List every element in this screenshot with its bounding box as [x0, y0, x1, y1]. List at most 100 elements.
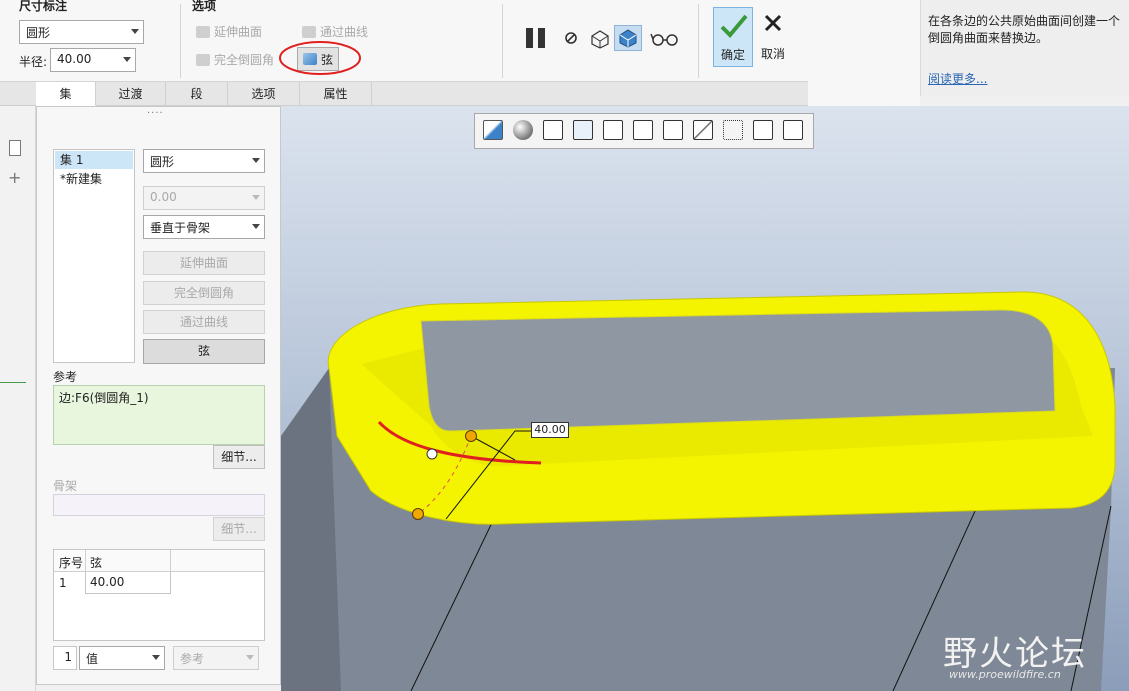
read-more-link[interactable]: 阅读更多... — [928, 70, 987, 87]
section-icon[interactable] — [633, 120, 653, 140]
panel-shape-select-value: 圆形 — [150, 155, 175, 169]
shaded-preview-toggle[interactable] — [614, 25, 642, 51]
panel-through-curve-button[interactable]: 通过曲线 — [143, 310, 265, 334]
bottom-value-select[interactable]: 值 — [79, 646, 165, 670]
through-curve-label: 通过曲线 — [320, 25, 369, 39]
panel-chord-button[interactable]: 弦 — [143, 339, 265, 364]
tab-set[interactable]: 集 — [36, 82, 96, 106]
tab-transition[interactable]: 过渡 — [96, 82, 166, 106]
graphics-viewport[interactable]: 40.00 野火论坛 www.proewildfire.cn — [281, 106, 1129, 691]
tab-properties[interactable]: 属性 — [300, 82, 372, 106]
options-group-title: 选项 — [192, 0, 217, 13]
chevron-down-icon — [252, 224, 260, 229]
help-text: 在各条边的公共原始曲面间创建一个倒圆角曲面来替换边。 — [928, 14, 1121, 45]
chord-handle[interactable] — [465, 430, 477, 442]
table-cell-index: 1 — [59, 576, 67, 590]
full-round-icon — [196, 53, 210, 66]
saved-views-icon[interactable] — [573, 120, 593, 140]
watermark-url: www.proewildfire.cn — [949, 668, 1061, 681]
bottom-value-select-text: 值 — [86, 652, 99, 666]
tab-options[interactable]: 选项 — [228, 82, 300, 106]
through-curve-option[interactable]: 通过曲线 — [302, 23, 368, 40]
ok-button[interactable]: 确定 — [713, 7, 753, 67]
panel-grip[interactable]: .... — [147, 105, 164, 116]
panel-spine-select-value: 垂直于骨架 — [150, 221, 211, 235]
panel-value-text: 0.00 — [150, 190, 177, 204]
point-display-icon[interactable] — [723, 120, 743, 140]
left-strip: + — [0, 106, 36, 691]
panel-full-round-button[interactable]: 完全倒圆角 — [143, 281, 265, 305]
refit-icon[interactable] — [483, 120, 503, 140]
group-divider — [180, 4, 181, 78]
spine-label: 骨架 — [53, 479, 78, 493]
plane-display-icon[interactable] — [693, 120, 713, 140]
view-cube-icon[interactable] — [543, 120, 563, 140]
model-tree-icon[interactable] — [9, 140, 21, 156]
view-manager-icon[interactable] — [603, 120, 623, 140]
spin-center-icon[interactable] — [783, 120, 803, 140]
radius-label: 半径: — [19, 55, 48, 69]
ok-label: 确定 — [720, 48, 745, 62]
full-round-label: 完全倒圆角 — [214, 53, 275, 67]
dimension-label[interactable]: 40.00 — [531, 422, 569, 438]
table-header: 序号 弦 — [54, 550, 264, 572]
shape-select-value: 圆形 — [26, 26, 51, 40]
sets-list[interactable]: 集 1 *新建集 — [53, 149, 135, 363]
panel-value-input[interactable]: 0.00 — [143, 186, 265, 210]
spine-details-button[interactable]: 细节... — [213, 517, 265, 541]
references-label: 参考 — [53, 370, 78, 384]
chord-table: 序号 弦 1 40.00 — [53, 549, 265, 641]
annotation-display-icon[interactable] — [753, 120, 773, 140]
ribbon-actions-area — [808, 0, 920, 106]
cancel-button[interactable]: 取消 — [756, 7, 790, 67]
cancel-label: 取消 — [760, 47, 785, 61]
bottom-index: 1 — [53, 646, 77, 670]
spine-collector[interactable] — [53, 494, 265, 516]
model-canvas — [281, 291, 1116, 691]
list-item-new-set[interactable]: *新建集 — [55, 170, 133, 188]
panel-spine-select[interactable]: 垂直于骨架 — [143, 215, 265, 239]
shape-select[interactable]: 圆形 — [19, 20, 144, 44]
drag-handle[interactable] — [426, 448, 438, 460]
references-collector[interactable]: 边:F6(倒圆角_1) — [53, 385, 265, 445]
red-highlight-ellipse — [279, 41, 361, 75]
pause-icon[interactable] — [524, 26, 550, 50]
datum-display-icon[interactable] — [663, 120, 683, 140]
references-details-button[interactable]: 细节... — [213, 445, 265, 469]
glasses-icon[interactable] — [650, 30, 680, 48]
shaded-preview-icon — [619, 29, 637, 48]
extend-surface-option[interactable]: 延伸曲面 — [196, 23, 262, 40]
help-panel: 在各条边的公共原始曲面间创建一个倒圆角曲面来替换边。 阅读更多... — [920, 0, 1129, 96]
chevron-down-icon — [123, 57, 131, 62]
full-round-option[interactable]: 完全倒圆角 — [196, 51, 274, 68]
marker-line — [0, 382, 26, 383]
extend-surface-label: 延伸曲面 — [214, 25, 263, 39]
close-icon — [764, 14, 782, 32]
checkmark-icon — [720, 14, 748, 38]
panel-extend-surface-button[interactable]: 延伸曲面 — [143, 251, 265, 275]
chevron-down-icon — [152, 655, 160, 660]
panel-shape-select[interactable]: 圆形 — [143, 149, 265, 173]
chord-handle[interactable] — [412, 508, 424, 520]
wireframe-preview-icon[interactable] — [588, 28, 612, 50]
inner-opening — [421, 310, 1055, 432]
tab-segment[interactable]: 段 — [166, 82, 228, 106]
sets-panel: .... 集 1 *新建集 圆形 0.00 垂直于骨架 延伸曲面 完全倒圆角 通… — [36, 105, 281, 685]
table-row[interactable]: 1 40.00 — [54, 572, 264, 594]
list-item-set1[interactable]: 集 1 — [55, 151, 133, 169]
group-divider — [698, 4, 699, 78]
shading-icon[interactable] — [513, 120, 533, 140]
chevron-down-icon — [131, 29, 139, 34]
no-preview-icon[interactable] — [563, 30, 579, 46]
group-divider — [502, 4, 503, 78]
graphics-toolbar — [474, 113, 814, 149]
bottom-ref-select-text: 参考 — [180, 652, 205, 666]
table-divider — [170, 550, 171, 572]
chevron-down-icon — [252, 195, 260, 200]
table-cell-chord[interactable]: 40.00 — [85, 572, 171, 594]
radius-input[interactable]: 40.00 — [50, 48, 136, 72]
bottom-ref-select[interactable]: 参考 — [173, 646, 259, 670]
add-icon[interactable]: + — [8, 168, 21, 187]
table-header-chord: 弦 — [90, 556, 103, 570]
chevron-down-icon — [252, 158, 260, 163]
